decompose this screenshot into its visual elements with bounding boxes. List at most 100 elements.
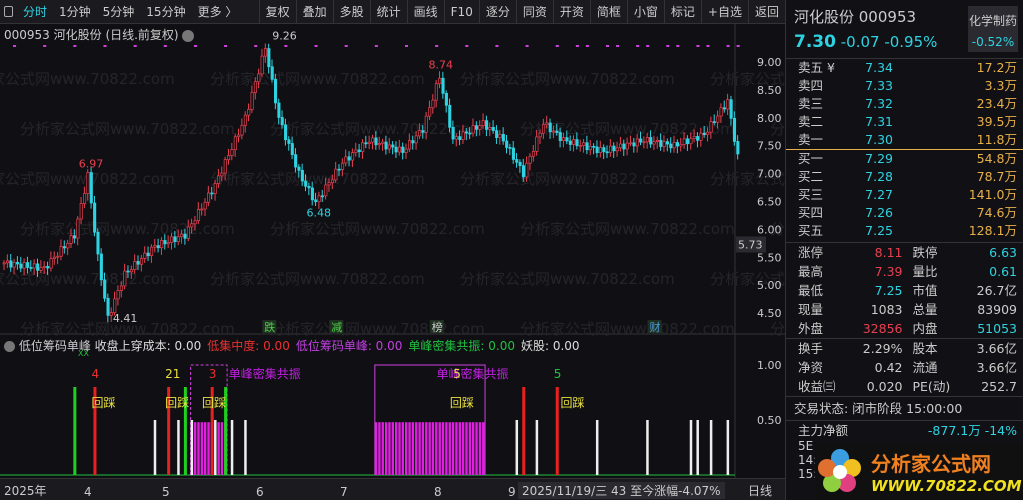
toolbar-button[interactable]: 开资 xyxy=(552,0,590,24)
event-label[interactable]: 跌 xyxy=(264,320,275,334)
candle xyxy=(247,109,251,116)
candle xyxy=(230,149,234,156)
candle xyxy=(431,99,435,109)
signal-dot xyxy=(636,45,640,47)
watermark-text: 分析家公式网www.70822.com xyxy=(460,170,675,188)
kline-chart[interactable]: 分析家公式网www.70822.com 分析家公式网www.70822.com 分析… xyxy=(0,24,785,478)
candle xyxy=(317,195,321,203)
stat-label: 收益㈢ xyxy=(798,379,836,394)
candle xyxy=(193,220,197,225)
stat-label: 涨停 xyxy=(798,245,824,260)
toolbar-button[interactable]: +自选 xyxy=(700,0,748,24)
candle xyxy=(29,267,33,269)
chip-bar xyxy=(381,422,384,475)
period-label[interactable]: 日线 xyxy=(748,482,772,499)
candle xyxy=(334,168,338,181)
watermark-text: 分析家公式网www.70822.com xyxy=(210,170,425,188)
candle xyxy=(176,236,180,242)
chip-bar xyxy=(451,422,455,475)
candle xyxy=(719,107,723,117)
candle xyxy=(471,125,475,134)
candle xyxy=(253,81,258,93)
level-label: 卖五 ¥ xyxy=(798,60,835,75)
timeframe-tab[interactable]: 15分钟 xyxy=(140,0,191,24)
candle xyxy=(491,127,495,131)
toolbar-button[interactable]: 同资 xyxy=(515,0,553,24)
watermark-text: 分析家公式网www.70822.com xyxy=(210,70,425,88)
candle xyxy=(307,185,311,189)
stat-label: 现量 xyxy=(798,302,824,317)
event-label[interactable]: 榜 xyxy=(432,320,443,334)
candle xyxy=(367,141,371,144)
toolbar-button[interactable]: 逐分 xyxy=(478,0,516,24)
watermark-text: 分析家公式网www.70822.com xyxy=(460,70,675,88)
candle xyxy=(481,120,485,127)
timeframe-tab[interactable]: 5分钟 xyxy=(97,0,141,24)
level-label: 卖一 xyxy=(798,132,824,147)
chip-bar xyxy=(421,422,425,475)
signal-dot xyxy=(374,45,378,47)
chip-bar xyxy=(411,422,415,475)
candle xyxy=(444,93,448,106)
toolbar-button[interactable]: 画线 xyxy=(406,0,444,24)
chip-bar xyxy=(475,422,478,475)
chart-bg xyxy=(0,24,785,478)
toolbar-button[interactable]: 叠加 xyxy=(295,0,333,24)
stat-value: 7.25 xyxy=(874,283,903,298)
candle xyxy=(207,192,211,203)
event-label[interactable]: 财 xyxy=(650,320,661,334)
sector-box[interactable]: 化学制药 -0.52% xyxy=(968,6,1018,52)
candle xyxy=(314,199,318,203)
candle xyxy=(19,263,23,269)
chip-bar xyxy=(388,422,391,475)
candle xyxy=(180,233,184,238)
stat-row: 净资 0.42 流通 3.66亿 xyxy=(786,358,1023,377)
candle xyxy=(391,144,395,148)
candle xyxy=(16,261,20,265)
signal-dot xyxy=(726,45,730,47)
toolbar-button[interactable]: 简框 xyxy=(589,0,627,24)
toolbar-button[interactable]: 统计 xyxy=(369,0,407,24)
candle xyxy=(324,184,328,197)
signal-dot xyxy=(344,45,348,47)
chip-bar xyxy=(445,422,448,475)
candle xyxy=(535,136,539,152)
toolbar-buttons: 复权 叠加 多股 统计 画线 F10 逐分 同资 开资 简框 小窗 标记 +自选 返回 xyxy=(258,0,785,24)
toolbar-button[interactable]: F10 xyxy=(443,0,479,24)
candle xyxy=(213,183,217,194)
toolbar-button[interactable]: 小窗 xyxy=(626,0,664,24)
candle xyxy=(709,121,713,133)
toolbar-button[interactable]: 复权 xyxy=(258,0,296,24)
panel-toggle-icon[interactable] xyxy=(4,6,13,17)
toolbar-button[interactable]: 标记 xyxy=(663,0,701,24)
site-logo: 分析家公式网 WWW.70822.COM xyxy=(815,442,1023,500)
toolbar-button[interactable]: 多股 xyxy=(332,0,370,24)
candle xyxy=(267,48,271,68)
logo-text: 分析家公式网 xyxy=(871,451,991,476)
candle xyxy=(699,132,703,141)
candle xyxy=(227,155,231,160)
stat-value: 8.11 xyxy=(874,245,903,260)
date-axis: 2025年 456789 2025/11/19/三 43 至今涨幅-4.07% … xyxy=(0,478,785,500)
candle xyxy=(72,235,77,239)
candle xyxy=(277,102,281,118)
candle xyxy=(525,162,529,178)
settings-chevron-icon[interactable] xyxy=(182,29,195,42)
signal-bar-white xyxy=(244,420,247,475)
candle xyxy=(36,263,40,271)
candle xyxy=(582,142,586,146)
chip-bar xyxy=(448,422,451,475)
price-line: 7.30 -0.07 -0.95% xyxy=(794,32,937,52)
toolbar-button[interactable]: 返回 xyxy=(747,0,785,24)
candle xyxy=(69,235,73,244)
timeframe-tab[interactable]: 分时 xyxy=(17,0,53,24)
signal-dot xyxy=(525,45,529,47)
event-label[interactable]: 减 xyxy=(331,321,342,334)
signal-dot xyxy=(606,45,609,47)
timeframe-tab[interactable]: 1分钟 xyxy=(53,0,97,24)
orderbook-row: 卖三 7.32 23.4万 xyxy=(786,95,1023,113)
candle xyxy=(337,168,341,171)
candle xyxy=(588,145,593,151)
timeframe-tab[interactable]: 更多 〉 xyxy=(192,0,244,24)
indicator-chevron-icon[interactable] xyxy=(4,341,15,352)
